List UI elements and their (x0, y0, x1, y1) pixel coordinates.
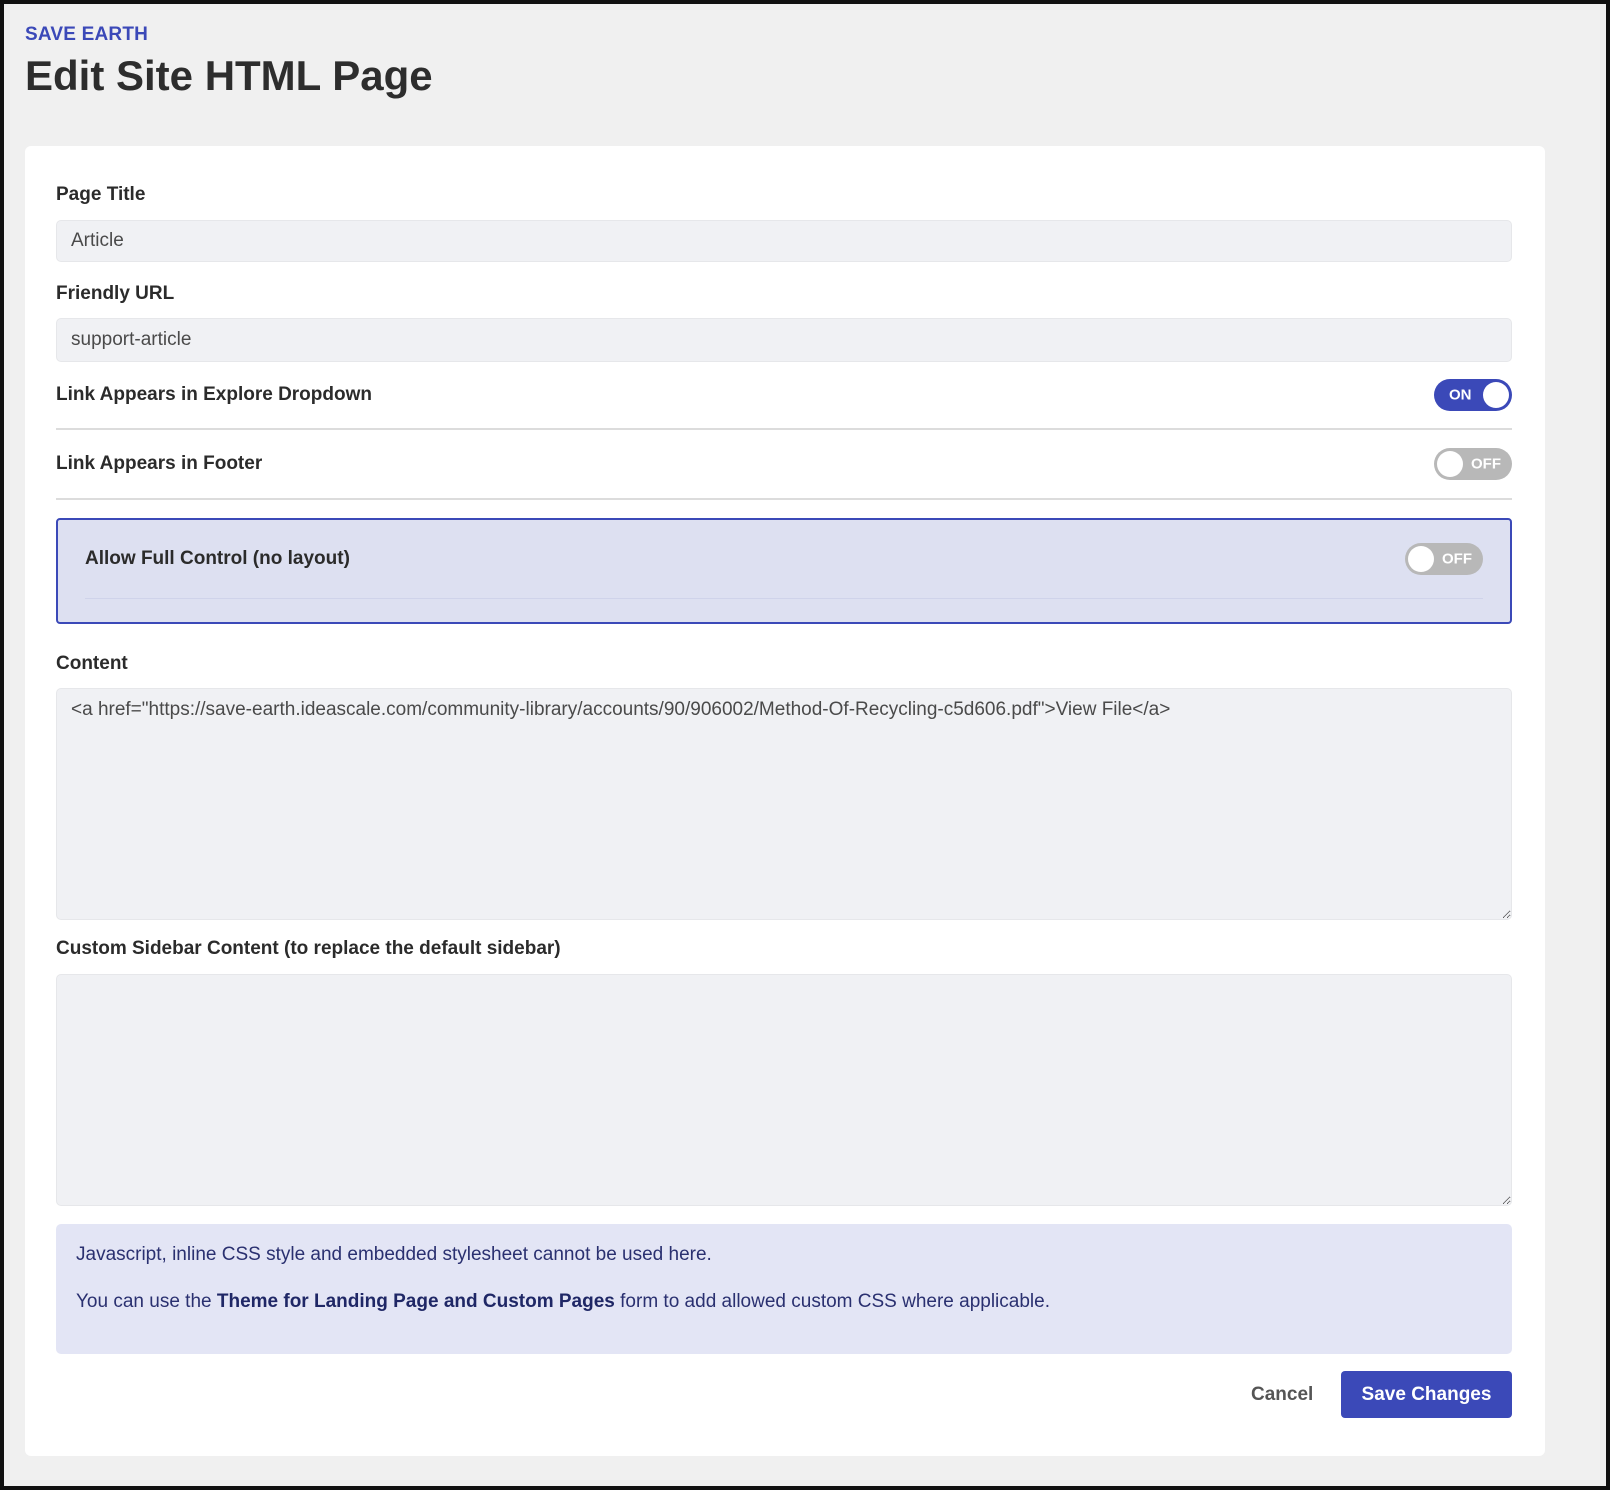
edit-form-card: Page Title Friendly URL Link Appears in … (25, 146, 1545, 1456)
footer-toggle-state: OFF (1471, 455, 1501, 473)
full-control-row: Allow Full Control (no layout) OFF (85, 520, 1483, 599)
page-title-label: Page Title (56, 184, 146, 205)
toggle-knob (1483, 382, 1509, 408)
full-control-panel: Allow Full Control (no layout) OFF (56, 518, 1512, 624)
toggle-knob (1408, 546, 1434, 572)
content-textarea[interactable]: <a href="https://save-earth.ideascale.co… (56, 688, 1512, 920)
footer-row: Link Appears in Footer OFF (56, 430, 1512, 500)
explore-dropdown-toggle[interactable]: ON (1434, 379, 1512, 411)
info-line-suffix: form to add allowed custom CSS where app… (614, 1291, 1050, 1312)
full-control-toggle-state: OFF (1442, 550, 1472, 568)
full-control-toggle[interactable]: OFF (1405, 543, 1483, 575)
content-label: Content (56, 653, 128, 674)
toggle-knob (1437, 451, 1463, 477)
theme-landing-page-link[interactable]: Theme for Landing Page and Custom Pages (217, 1291, 615, 1312)
page-title: Edit Site HTML Page (25, 52, 433, 99)
sidebar-content-textarea[interactable] (56, 974, 1512, 1206)
explore-dropdown-label: Link Appears in Explore Dropdown (56, 384, 372, 405)
full-control-label: Allow Full Control (no layout) (85, 548, 350, 569)
info-notice: Javascript, inline CSS style and embedde… (56, 1224, 1512, 1354)
sidebar-content-label: Custom Sidebar Content (to replace the d… (56, 938, 561, 959)
save-changes-button[interactable]: Save Changes (1341, 1371, 1512, 1418)
page-title-input[interactable] (56, 220, 1512, 262)
info-line-theme: You can use the Theme for Landing Page a… (76, 1291, 1050, 1313)
info-line-prefix: You can use the (76, 1291, 217, 1312)
cancel-button[interactable]: Cancel (1235, 1372, 1329, 1418)
info-line-restrictions: Javascript, inline CSS style and embedde… (76, 1244, 712, 1265)
brand-name: SAVE EARTH (25, 24, 149, 45)
page-header: SAVE EARTH Edit Site HTML Page (4, 4, 1606, 100)
friendly-url-label: Friendly URL (56, 283, 175, 304)
friendly-url-input[interactable] (56, 318, 1512, 362)
explore-dropdown-toggle-state: ON (1449, 386, 1472, 404)
footer-label: Link Appears in Footer (56, 453, 263, 474)
footer-toggle[interactable]: OFF (1434, 448, 1512, 480)
explore-dropdown-row: Link Appears in Explore Dropdown ON (56, 362, 1512, 430)
